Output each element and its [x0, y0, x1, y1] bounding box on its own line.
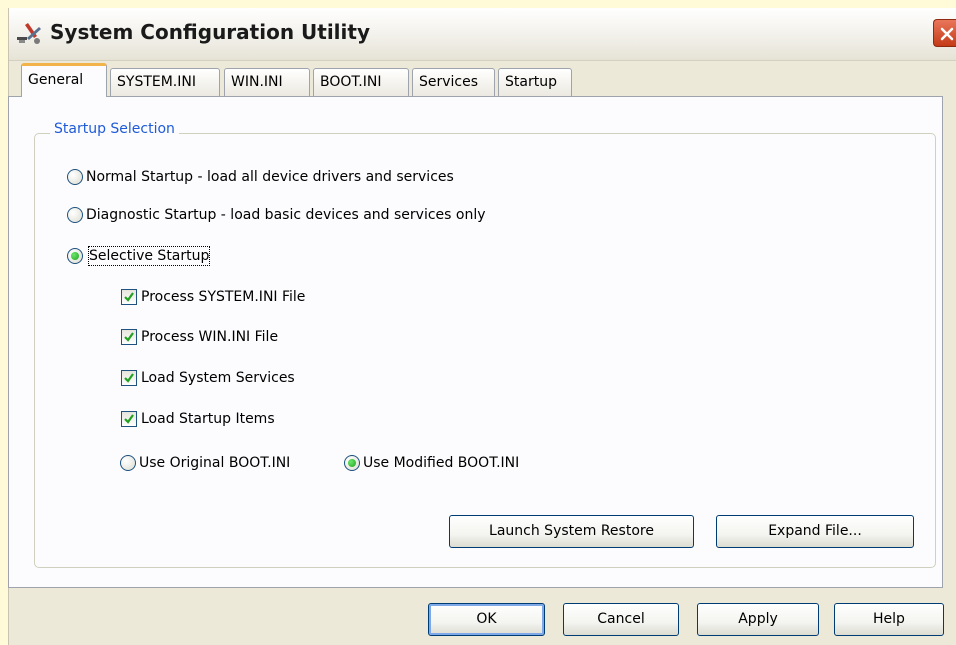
close-icon [940, 27, 954, 41]
tab-general[interactable]: General [21, 63, 107, 97]
tab-win-ini[interactable]: WIN.INI [224, 68, 310, 96]
use-modified-boot-ini-radio[interactable] [344, 455, 360, 471]
launch-system-restore-button[interactable]: Launch System Restore [449, 515, 694, 548]
checkmark-icon [124, 332, 134, 342]
tab-services-label: Services [419, 74, 479, 90]
checkmark-icon [124, 292, 134, 302]
help-button[interactable]: Help [834, 603, 944, 636]
radio-selected-dot [71, 252, 79, 260]
process-win-ini-label[interactable]: Process WIN.INI File [141, 328, 278, 346]
selective-startup-radio[interactable] [67, 248, 83, 264]
load-system-services-label[interactable]: Load System Services [141, 369, 295, 387]
cancel-button[interactable]: Cancel [563, 603, 679, 636]
normal-startup-label[interactable]: Normal Startup - load all device drivers… [86, 168, 454, 186]
diagnostic-startup-radio[interactable] [67, 207, 83, 223]
tab-services[interactable]: Services [412, 68, 495, 96]
system-config-icon [15, 21, 43, 47]
tab-boot-ini[interactable]: BOOT.INI [313, 68, 409, 96]
expand-file-button[interactable]: Expand File... [716, 515, 914, 548]
load-startup-items-label[interactable]: Load Startup Items [141, 410, 275, 428]
use-original-boot-ini-label[interactable]: Use Original BOOT.INI [139, 454, 290, 472]
tab-system-ini-label: SYSTEM.INI [117, 74, 196, 90]
startup-selection-label: Startup Selection [50, 121, 179, 137]
startup-selection-group [34, 133, 936, 568]
ok-button[interactable]: OK [428, 603, 545, 636]
use-original-boot-ini-radio[interactable] [120, 455, 136, 471]
tab-general-label: General [28, 72, 84, 88]
checkmark-icon [124, 414, 134, 424]
tab-startup-label: Startup [505, 74, 557, 90]
close-button[interactable] [933, 19, 956, 47]
radio-selected-dot [348, 459, 356, 467]
process-win-ini-checkbox[interactable] [121, 329, 137, 345]
load-system-services-checkbox[interactable] [121, 370, 137, 386]
tab-system-ini[interactable]: SYSTEM.INI [110, 68, 220, 96]
window-title: System Configuration Utility [50, 20, 370, 44]
title-bar[interactable]: System Configuration Utility [9, 8, 956, 61]
use-modified-boot-ini-label[interactable]: Use Modified BOOT.INI [363, 454, 519, 472]
process-system-ini-label[interactable]: Process SYSTEM.INI File [141, 288, 305, 306]
tab-boot-ini-label: BOOT.INI [320, 74, 382, 90]
checkmark-icon [124, 373, 134, 383]
normal-startup-radio[interactable] [67, 169, 83, 185]
load-startup-items-checkbox[interactable] [121, 411, 137, 427]
process-system-ini-checkbox[interactable] [121, 289, 137, 305]
apply-button[interactable]: Apply [697, 603, 819, 636]
selective-startup-label[interactable]: Selective Startup [87, 246, 211, 266]
tab-startup[interactable]: Startup [498, 68, 572, 96]
tab-win-ini-label: WIN.INI [231, 74, 283, 90]
diagnostic-startup-label[interactable]: Diagnostic Startup - load basic devices … [86, 206, 486, 224]
